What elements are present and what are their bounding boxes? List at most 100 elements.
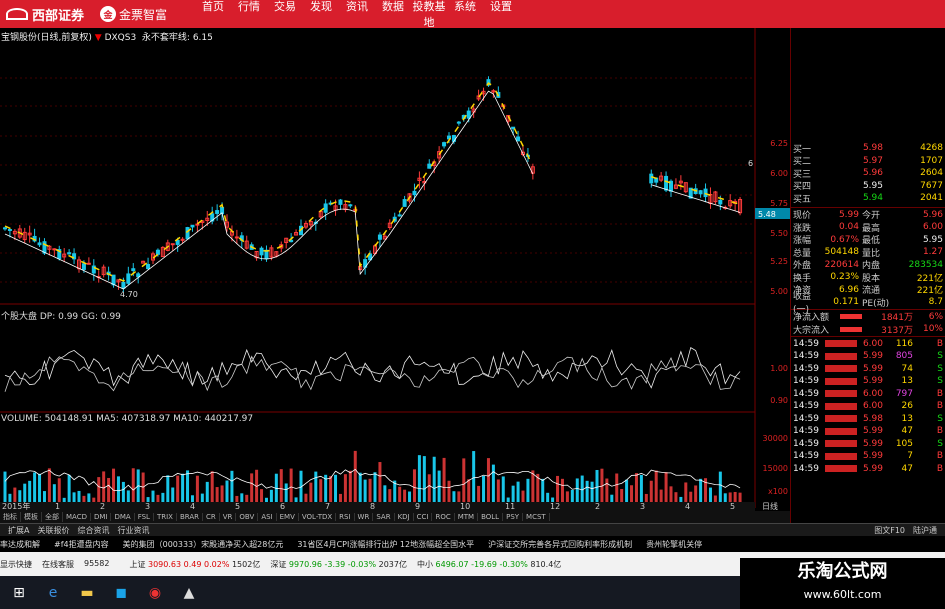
menu-item[interactable]: 首页 <box>195 0 231 30</box>
indicator-tab[interactable]: VOL-TDX <box>299 513 337 521</box>
menu-item[interactable]: 系统 <box>447 0 483 30</box>
menu-item[interactable]: 发现 <box>303 0 339 30</box>
sub-tab[interactable]: 行业资讯 <box>113 525 153 536</box>
indicator-tab[interactable]: WR <box>355 513 374 521</box>
tick-time: 14:59 <box>793 451 819 462</box>
orderbook-row[interactable]: 买二 5.97 1707 <box>791 155 945 168</box>
tick-volume: 105 <box>895 438 913 449</box>
menu-item[interactable]: 数据 <box>375 0 411 30</box>
tick-volume: 13 <box>901 413 913 424</box>
quote-value: 0.171 <box>833 297 859 308</box>
indicator-tab[interactable]: TRIX <box>154 513 177 521</box>
volume-bar <box>353 450 357 508</box>
windows-start-icon[interactable]: ⊞ <box>4 581 34 605</box>
status-link[interactable]: 在线客服 <box>42 559 74 570</box>
indicator-tab[interactable]: MCST <box>523 513 550 521</box>
orderbook-label: 买五 <box>793 194 812 205</box>
quote-label: 内盘 <box>862 261 881 272</box>
indicator-tab[interactable]: CR <box>203 513 220 521</box>
candle-body <box>185 227 190 240</box>
orderbook-row[interactable]: 买五 5.94 2041 <box>791 192 945 205</box>
tick-side: S <box>937 413 943 424</box>
sub-tab[interactable]: 扩展A <box>4 525 33 536</box>
news-item[interactable]: #f4拒遭盘内容 <box>54 539 109 550</box>
file-explorer-icon[interactable]: ▬ <box>72 581 102 605</box>
store-icon[interactable]: ◼ <box>106 581 136 605</box>
indicator-tab[interactable]: SAR <box>373 513 395 521</box>
quote-row: 外盘 220614 内盘 283534 <box>791 259 945 272</box>
menu-item[interactable]: 行情 <box>231 0 267 30</box>
volume-bar <box>486 458 490 508</box>
quote-row: 涨跌 0.04 最高 6.00 <box>791 221 945 234</box>
news-item[interactable]: 沪深证交所完善各异式回购利率形成机制 <box>488 539 632 550</box>
tick-row: 14:59 5.99 805 S <box>791 350 945 363</box>
volume-bar <box>422 456 426 508</box>
menu-item[interactable]: 交易 <box>267 0 303 30</box>
main-chart-title: 宝钢股份(日线,前复权) ▼ DXQS3 永不套牢线: 6.15 <box>1 30 213 43</box>
chart-area[interactable]: 6.25 6.00 5.75 5.50 5.25 5.00 5.48 4.70 6 1.00 0.9… <box>0 28 790 520</box>
indicator-tab[interactable]: MTM <box>455 513 479 521</box>
orderbook-row[interactable]: 买四 5.95 7677 <box>791 180 945 193</box>
indicator-tab[interactable]: ASI <box>258 513 277 521</box>
indicator-tab[interactable]: PSY <box>503 513 524 521</box>
tick-volume: 47 <box>901 463 913 474</box>
menu-item[interactable]: 设置 <box>483 0 519 30</box>
news-item[interactable]: 率达成和解 <box>0 539 40 550</box>
vol-tick-label: 30000 <box>763 434 788 443</box>
indicator-tab[interactable]: ROC <box>432 513 455 521</box>
tick-time: 14:59 <box>793 363 819 374</box>
indicator-tab[interactable]: 全部 <box>42 512 63 522</box>
quote-value: 0.67% <box>830 234 859 245</box>
indicator-tab[interactable]: VR <box>220 513 237 521</box>
orderbook-row[interactable]: 买三 5.96 2604 <box>791 167 945 180</box>
sub-tab-right[interactable]: 图文F10 <box>870 525 909 536</box>
status-link[interactable]: 95582 <box>84 559 109 570</box>
news-item[interactable]: 贵州轮擎机关停 <box>646 539 702 550</box>
news-item[interactable]: 美的集团（000333）宋殿通净买入超28亿元 <box>123 539 284 550</box>
sub-tab-right[interactable]: 陆沪通 <box>909 525 941 536</box>
indicator-tab[interactable]: DMA <box>111 513 135 521</box>
quote-label: 总量 <box>793 248 812 259</box>
indicator-tab[interactable]: 指标 <box>0 512 21 522</box>
index-sz[interactable]: 深证 9970.96 -3.39 -0.03% 2037亿 <box>270 559 407 570</box>
app-icon[interactable]: ◉ <box>140 581 170 605</box>
menu-item[interactable]: 资讯 <box>339 0 375 30</box>
quote-value: 0.23% <box>830 272 859 283</box>
sub-tab[interactable]: 综合资讯 <box>73 525 113 536</box>
orderbook-row[interactable]: 买一 5.98 4268 <box>791 142 945 155</box>
indicator-tab[interactable]: BOLL <box>478 513 504 521</box>
indicator-tab[interactable]: FSL <box>135 513 154 521</box>
photos-icon[interactable]: ▲ <box>174 581 204 605</box>
edge-browser-icon[interactable]: e <box>38 581 68 605</box>
candle-body <box>338 199 343 205</box>
indicator-tab[interactable]: EMV <box>277 513 299 521</box>
volume-bar <box>472 451 476 508</box>
menu-item[interactable]: 投教基地 <box>411 0 447 30</box>
tick-time: 14:59 <box>793 438 819 449</box>
news-item[interactable]: 31省区4月CPI涨幅排行出炉 12地涨幅超全国水平 <box>297 539 474 550</box>
quote-value: 5.95 <box>922 234 943 245</box>
indicator-tab[interactable]: OBV <box>236 513 259 521</box>
indicator-tab[interactable]: MACD <box>63 513 91 521</box>
watermark-url: www.60lt.com <box>803 588 882 601</box>
indicator-tab[interactable]: KDJ <box>395 513 414 521</box>
indicator-tab[interactable]: DMI <box>91 513 112 521</box>
brand-mark-icon <box>6 8 28 20</box>
sub-tab[interactable]: 关联报价 <box>33 525 73 536</box>
month-label: 10 <box>460 502 470 511</box>
tick-volume: 26 <box>901 401 913 412</box>
indicator-tab[interactable]: RSI <box>336 513 355 521</box>
status-link[interactable]: 显示快捷 <box>0 559 32 570</box>
indicator-tab[interactable]: BRAR <box>177 513 203 521</box>
index-sh[interactable]: 上证 3090.63 0.49 0.02% 1502亿 <box>129 559 260 570</box>
index-zx[interactable]: 中小 6496.07 -19.69 -0.30% 810.4亿 <box>417 559 561 570</box>
indicator-tab[interactable]: 模板 <box>21 512 42 522</box>
tick-price: 5.99 <box>862 438 883 449</box>
brand-name: 西部证券 <box>32 8 85 24</box>
order-book: 买一 5.98 4268 买二 5.97 1707 买三 5.96 2604 买四 5.95 7677… <box>791 142 945 205</box>
candle-body <box>131 268 136 272</box>
indicator-tab[interactable]: CCI <box>414 513 433 521</box>
quote-label: 量比 <box>862 248 881 259</box>
candle-body <box>259 247 264 256</box>
chart-canvas[interactable]: 6.25 6.00 5.75 5.50 5.25 5.00 5.48 4.70 6 1.00 0.9… <box>0 28 790 511</box>
